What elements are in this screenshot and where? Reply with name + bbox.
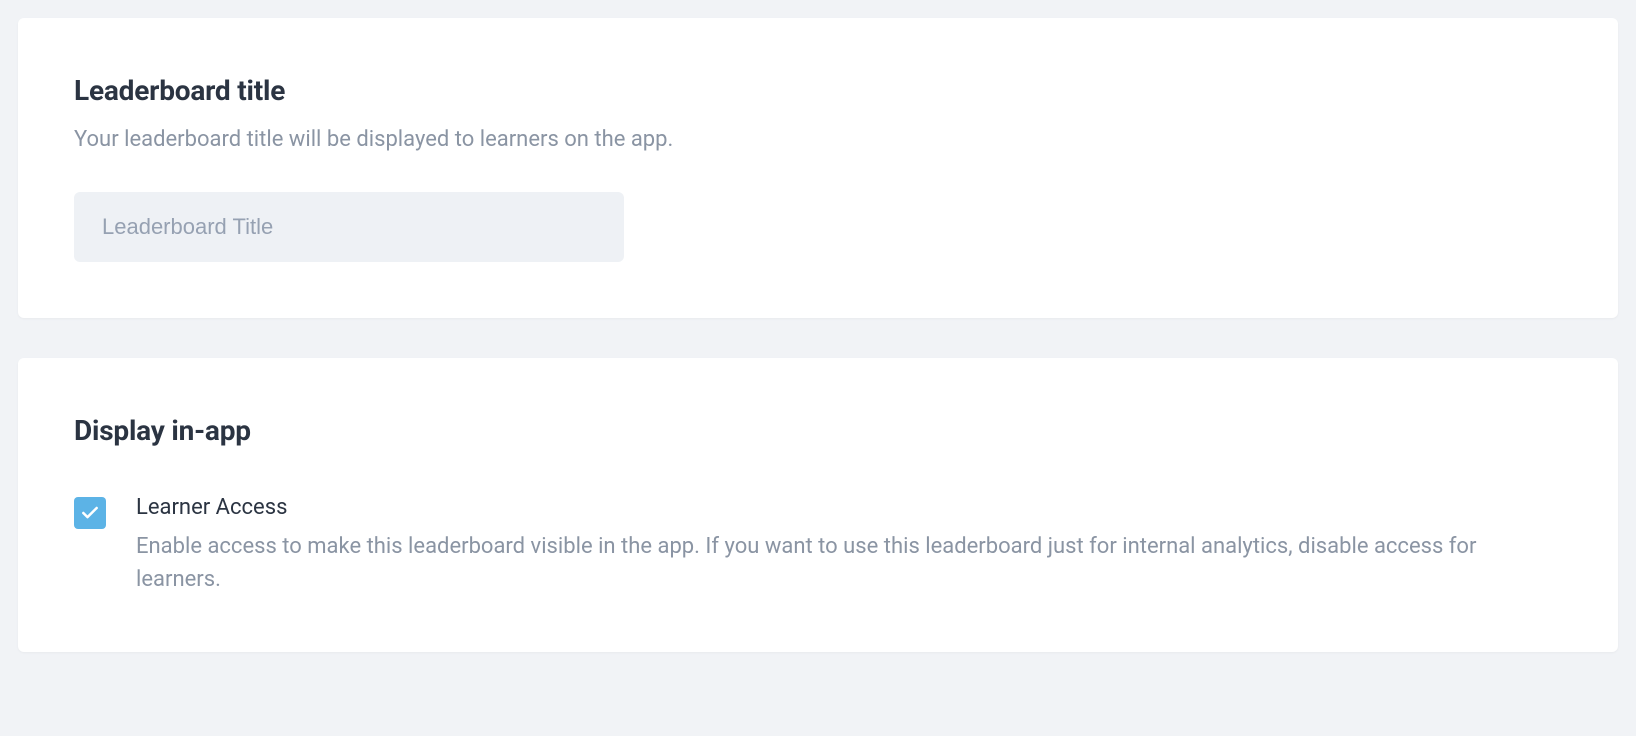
leaderboard-title-input[interactable] (74, 192, 624, 262)
learner-access-description: Enable access to make this leaderboard v… (136, 530, 1496, 596)
learner-access-checkbox[interactable] (74, 497, 106, 529)
display-in-app-heading: Display in-app (74, 414, 1562, 447)
learner-access-label: Learner Access (136, 495, 1562, 520)
leaderboard-title-card: Leaderboard title Your leaderboard title… (18, 18, 1618, 318)
leaderboard-title-heading: Leaderboard title (74, 74, 1562, 107)
display-in-app-card: Display in-app Learner Access Enable acc… (18, 358, 1618, 652)
learner-access-row: Learner Access Enable access to make thi… (74, 495, 1562, 596)
leaderboard-title-subheading: Your leaderboard title will be displayed… (74, 125, 1562, 156)
learner-access-text: Learner Access Enable access to make thi… (136, 495, 1562, 596)
check-icon (80, 503, 100, 523)
